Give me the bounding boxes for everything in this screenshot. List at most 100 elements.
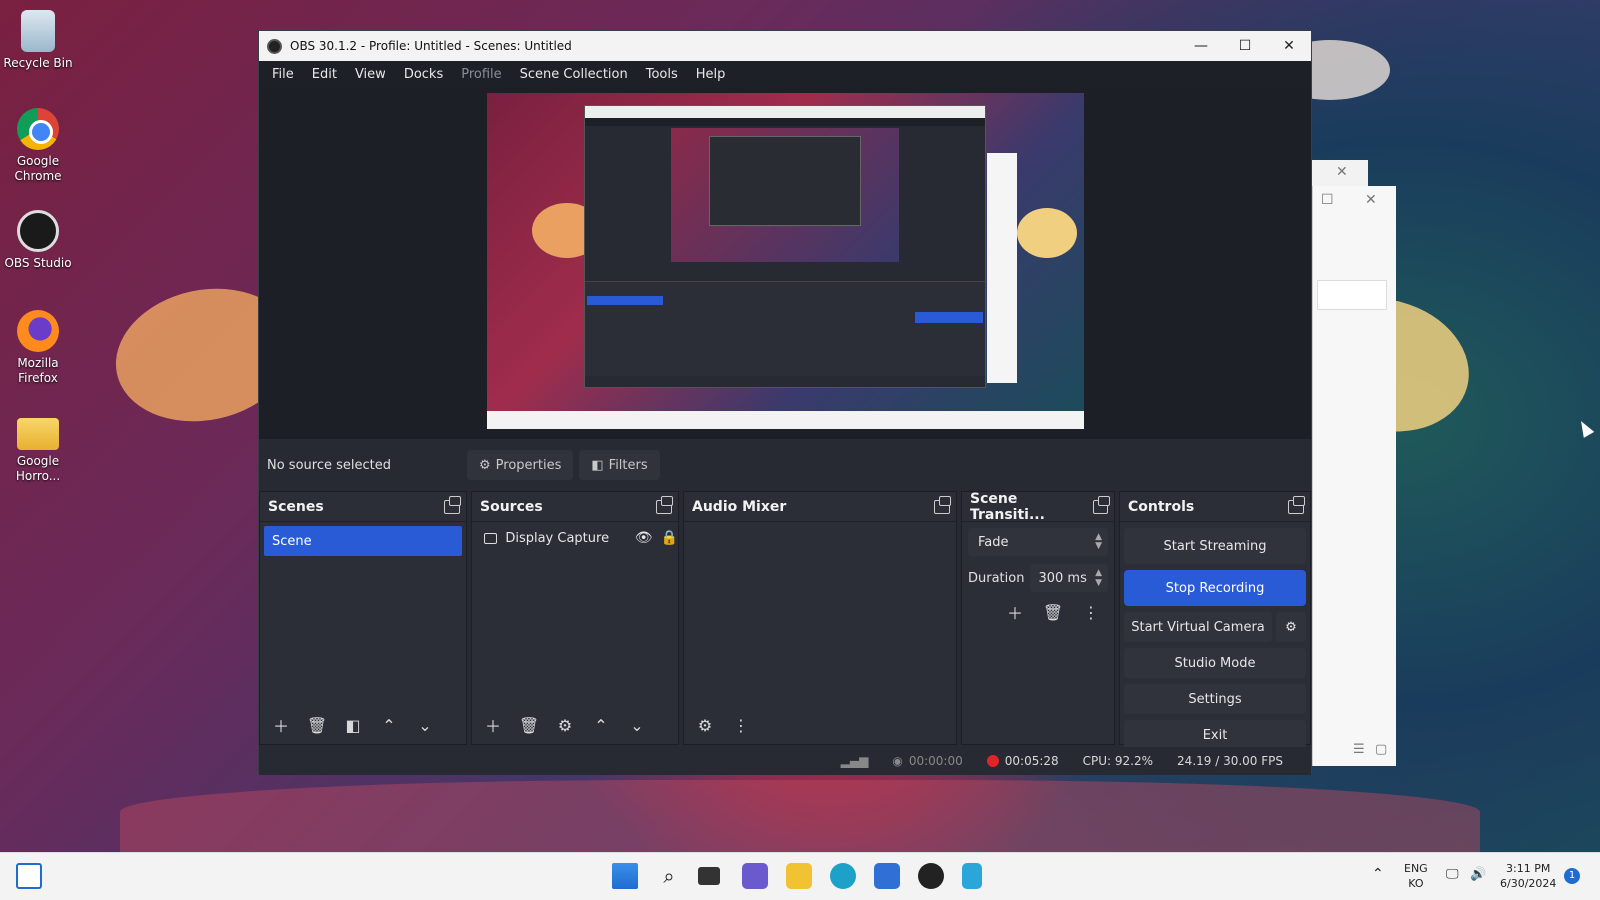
background-window-field[interactable] <box>1317 280 1387 310</box>
file-explorer-icon[interactable] <box>786 863 812 889</box>
menu-file[interactable]: File <box>263 67 303 82</box>
properties-button[interactable]: ⚙ Properties <box>467 450 574 480</box>
undock-icon[interactable] <box>1092 495 1111 514</box>
filters-icon: ◧ <box>591 457 604 473</box>
desktop-icon-label: Google Horro... <box>15 454 61 483</box>
dock-title: Controls <box>1128 498 1195 515</box>
remove-transition-button[interactable]: 🗑 <box>1038 598 1068 626</box>
plus-icon: ＋ <box>484 717 501 736</box>
filters-button[interactable]: ◧ Filters <box>579 450 660 480</box>
undock-icon[interactable] <box>444 495 461 514</box>
list-view-icon[interactable]: ☰ <box>1353 742 1365 757</box>
studio-mode-button[interactable]: Studio Mode <box>1124 648 1306 678</box>
volume-icon[interactable]: 🔊 <box>1470 867 1486 882</box>
network-icon[interactable]: 🖵 <box>1446 867 1459 882</box>
background-window[interactable]: ✕ <box>1312 160 1368 186</box>
virtual-camera-settings-button[interactable]: ⚙ <box>1276 612 1306 642</box>
undock-icon[interactable] <box>656 495 673 514</box>
chrome-icon <box>17 108 59 150</box>
task-view-icon[interactable] <box>698 867 720 885</box>
notification-badge[interactable]: 1 <box>1564 868 1580 884</box>
source-properties-button[interactable]: ⚙ <box>550 711 580 739</box>
start-icon[interactable] <box>612 863 638 889</box>
scenes-toolbar: ＋ 🗑 ◧ ⌃ ⌄ <box>260 710 440 740</box>
maximize-button[interactable]: ☐ <box>1223 31 1267 61</box>
move-source-up-button[interactable]: ⌃ <box>586 711 616 739</box>
remove-scene-button[interactable]: 🗑 <box>302 711 332 739</box>
transition-select[interactable]: Fade ▲ ▼ <box>968 528 1108 556</box>
obs-logo-icon <box>267 38 282 54</box>
stop-recording-button[interactable]: Stop Recording <box>1124 570 1306 606</box>
language-top: ENG <box>1404 862 1428 875</box>
close-button[interactable]: ✕ <box>1267 31 1311 61</box>
menu-docks[interactable]: Docks <box>395 67 452 82</box>
close-icon[interactable]: ✕ <box>1365 192 1377 208</box>
gears-icon: ⚙ <box>697 715 713 735</box>
scene-item[interactable]: Scene <box>264 526 462 556</box>
preview-nested-obs-window <box>584 105 986 388</box>
desktop-icon-recycle-bin[interactable]: Recycle Bin <box>0 10 76 71</box>
eye-icon[interactable]: 👁 <box>635 530 653 546</box>
menu-view[interactable]: View <box>346 67 395 82</box>
desktop-icon-firefox[interactable]: Mozilla Firefox <box>0 310 76 386</box>
minimize-button[interactable]: — <box>1179 31 1223 61</box>
duration-input[interactable]: 300 ms ▲ ▼ <box>1030 564 1108 592</box>
exit-button[interactable]: Exit <box>1124 720 1306 750</box>
dock-title: Scenes <box>268 498 324 515</box>
move-source-down-button[interactable]: ⌄ <box>622 711 652 739</box>
desktop-icon-label: Recycle Bin <box>3 56 73 70</box>
move-scene-up-button[interactable]: ⌃ <box>374 711 404 739</box>
grid-view-icon[interactable]: ▢ <box>1375 742 1387 757</box>
recycle-bin-icon <box>21 10 55 52</box>
clock[interactable]: 3:11 PM 6/30/2024 <box>1500 861 1556 891</box>
add-scene-button[interactable]: ＋ <box>266 711 296 739</box>
undock-icon[interactable] <box>1288 495 1305 514</box>
maximize-icon[interactable]: ☐ <box>1321 192 1334 208</box>
record-status: 00:05:28 <box>979 754 1067 768</box>
move-scene-down-button[interactable]: ⌄ <box>410 711 440 739</box>
menu-help[interactable]: Help <box>687 67 735 82</box>
settings-button[interactable]: Settings <box>1124 684 1306 714</box>
trash-icon: 🗑 <box>518 715 540 735</box>
plus-icon: ＋ <box>272 717 289 736</box>
chat-icon[interactable] <box>742 863 768 889</box>
menu-profile[interactable]: Profile <box>452 67 510 82</box>
audio-menu-button[interactable]: ⋮ <box>726 711 756 739</box>
language-indicator[interactable]: ENG KO <box>1404 861 1428 891</box>
close-icon[interactable]: ✕ <box>1336 164 1348 180</box>
transition-menu-button[interactable]: ⋮ <box>1076 598 1106 626</box>
add-source-button[interactable]: ＋ <box>478 711 508 739</box>
edge-icon[interactable] <box>830 863 856 889</box>
stepper-icon[interactable]: ▲ ▼ <box>1095 568 1102 588</box>
widgets-icon[interactable] <box>16 863 42 889</box>
remove-source-button[interactable]: 🗑 <box>514 711 544 739</box>
background-window[interactable]: ☐ ✕ ☰ ▢ <box>1312 186 1396 766</box>
search-icon[interactable]: ⌕ <box>656 863 682 889</box>
source-name: Display Capture <box>505 530 610 546</box>
lock-icon[interactable]: 🔒 <box>661 530 678 546</box>
desktop-icon-obs[interactable]: OBS Studio <box>0 210 76 271</box>
undock-icon[interactable] <box>934 495 951 514</box>
source-item[interactable]: Display Capture 👁 🔒 <box>472 522 678 554</box>
program-preview[interactable] <box>487 93 1084 429</box>
desktop-icon-chrome[interactable]: Google Chrome <box>0 108 76 184</box>
desktop-icon-label: OBS Studio <box>4 256 72 270</box>
filters-label: Filters <box>608 457 648 473</box>
chevron-up-icon[interactable]: ⌃ <box>1372 867 1384 882</box>
desktop-icon-folder[interactable]: Google Horro... <box>0 412 76 484</box>
scene-filters-button[interactable]: ◧ <box>338 711 368 739</box>
advanced-audio-button[interactable]: ⚙ <box>690 711 720 739</box>
add-transition-button[interactable]: ＋ <box>1000 598 1030 626</box>
more-vertical-icon: ⋮ <box>733 715 749 735</box>
obs-taskbar-icon[interactable] <box>918 863 944 889</box>
menu-tools[interactable]: Tools <box>637 67 687 82</box>
menu-scene-collection[interactable]: Scene Collection <box>511 67 637 82</box>
start-virtual-camera-button[interactable]: Start Virtual Camera <box>1124 612 1272 642</box>
status-bar: ▂▄▆ ◉ 00:00:00 00:05:28 CPU: 92.2% 24.19… <box>259 747 1311 775</box>
menu-edit[interactable]: Edit <box>303 67 346 82</box>
title-bar[interactable]: OBS 30.1.2 - Profile: Untitled - Scenes:… <box>259 31 1311 61</box>
store-icon[interactable] <box>874 863 900 889</box>
notepad-icon[interactable] <box>962 863 982 889</box>
start-streaming-button[interactable]: Start Streaming <box>1124 528 1306 564</box>
gear-icon: ⚙ <box>479 457 491 473</box>
